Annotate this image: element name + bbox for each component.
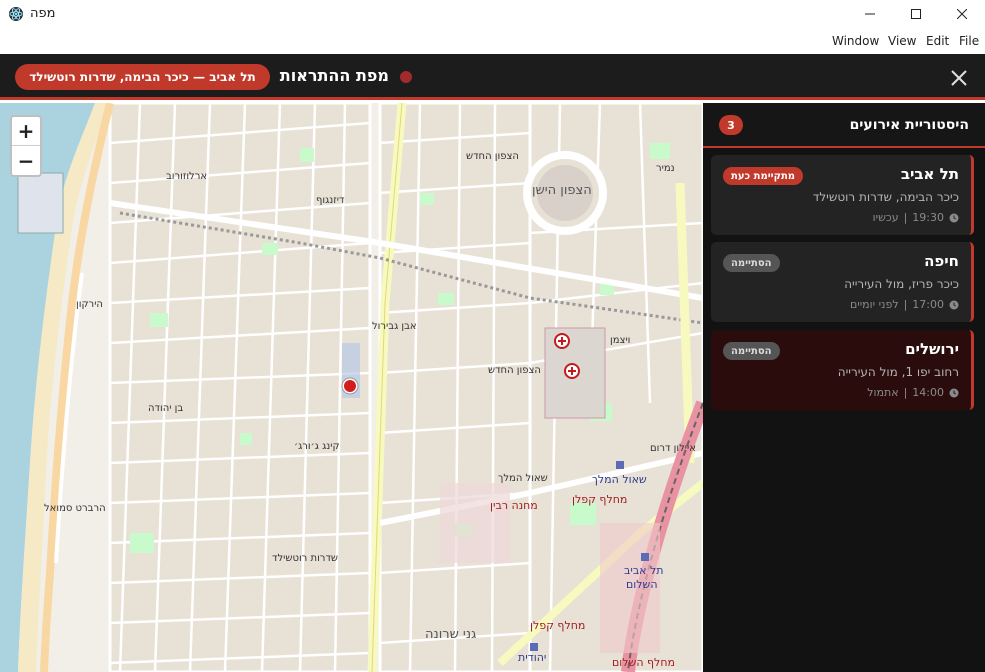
event-card[interactable]: ירושלים הסתיימה רחוב יפו 1, מול העירייה …: [711, 330, 974, 410]
event-meta: 14:00 | אתמול: [867, 386, 959, 399]
meta-separator: |: [903, 298, 908, 311]
map-label-kaplan-interchange-2: מחלף קפלן: [530, 619, 586, 632]
event-meta: 17:00 | לפני יומיים: [850, 298, 959, 311]
map-label-ayalon: איילון דרום: [650, 443, 696, 454]
map-view[interactable]: הצפון הישן הצפון החדש הצפון החדש שאול המ…: [0, 103, 703, 672]
map-label-kaplan-interchange: מחלף קפלן: [572, 493, 628, 506]
map-label-arlozorov: ארלוזורוב: [166, 171, 208, 182]
status-badge: הסתיימה: [723, 254, 780, 272]
map-label-herbert-samuel: הרברט סמואל: [44, 503, 106, 514]
title-bar: מפה: [0, 0, 985, 28]
map-label-station-hashalom: השלום: [626, 578, 658, 591]
event-time: 19:30: [912, 211, 944, 224]
map-label-dizengoff: דיזנגוף: [316, 195, 345, 206]
event-relative-time: אתמול: [867, 386, 899, 399]
zoom-out-button[interactable]: −: [12, 146, 40, 175]
event-count-badge: 3: [719, 115, 743, 135]
event-city: ירושלים: [905, 340, 959, 358]
event-history-sidebar: 3 היסטוריית אירועים תל אביב מתקיימת כעת …: [703, 103, 985, 672]
close-panel-icon[interactable]: [948, 67, 970, 89]
app-header: תל אביב — כיכר הבימה, שדרות רוטשילד מפת …: [0, 54, 985, 100]
map-label-north-new-2: הצפון החדש: [488, 365, 541, 376]
map-label-station-tlv: תל אביב: [624, 564, 664, 577]
event-relative-time: לפני יומיים: [849, 298, 899, 311]
event-city: תל אביב: [900, 165, 959, 183]
event-place: כיכר פריז, מול העירייה: [844, 277, 959, 291]
map-label-hayarkon: הירקון: [76, 299, 103, 310]
current-location-pill[interactable]: תל אביב — כיכר הבימה, שדרות רוטשילד: [15, 64, 270, 90]
menu-bar: Window View Edit File: [0, 28, 985, 54]
meta-separator: |: [903, 211, 908, 224]
map-label-weizmann: ויצמן: [610, 335, 631, 346]
clock-icon: [949, 300, 959, 309]
menu-file[interactable]: File: [959, 34, 979, 48]
meta-separator: |: [903, 386, 908, 399]
map-label-north-new: הצפון החדש: [466, 151, 519, 162]
event-meta: 19:30 | עכשיו: [873, 211, 959, 224]
map-label-sarona: גני שרונה: [425, 627, 477, 642]
clock-icon: [949, 388, 959, 397]
map-label-ibn-gvirol: אבן גבירול: [372, 321, 417, 332]
map-label-rabin-camp: מחנה רבין: [490, 499, 538, 512]
map-label-shaul-hamelech-road: שאול המלך: [498, 473, 548, 484]
event-card[interactable]: תל אביב מתקיימת כעת כיכר הבימה, שדרות רו…: [711, 155, 974, 235]
map-label-king-george: קינג ג׳ורג׳: [294, 441, 340, 452]
event-place: כיכר הבימה, שדרות רוטשילד: [812, 190, 959, 204]
window-title: מפה: [30, 6, 56, 21]
window-close-button[interactable]: [939, 0, 985, 28]
map-label-yehudit: יהודית: [518, 651, 547, 664]
menu-edit[interactable]: Edit: [926, 34, 949, 48]
event-card[interactable]: חיפה הסתיימה כיכר פריז, מול העירייה 17:0…: [711, 242, 974, 322]
map-label-ben-yehuda: בן יהודה: [148, 403, 184, 414]
maximize-icon: [911, 9, 921, 19]
event-time: 14:00: [912, 386, 944, 399]
maximize-button[interactable]: [893, 0, 939, 28]
sidebar-title: היסטוריית אירועים: [849, 117, 969, 133]
minimize-button[interactable]: [847, 0, 893, 28]
map-label-rothschild: שדרות רוטשילד: [272, 553, 338, 564]
event-marker-icon[interactable]: [339, 375, 361, 397]
event-time: 17:00: [912, 298, 944, 311]
zoom-control: + −: [10, 115, 42, 177]
map-label-old-north: הצפון הישן: [532, 183, 592, 198]
status-badge: הסתיימה: [723, 342, 780, 360]
menu-window[interactable]: Window: [832, 34, 879, 48]
map-label-namir: נמיר: [656, 163, 675, 174]
live-indicator-dot: [400, 71, 412, 83]
zoom-in-button[interactable]: +: [12, 117, 40, 146]
status-badge: מתקיימת כעת: [723, 167, 804, 185]
sidebar-header: 3 היסטוריית אירועים: [703, 103, 985, 148]
map-label-station-shaul: שאול המלך: [592, 473, 647, 486]
event-place: רחוב יפו 1, מול העירייה: [837, 365, 959, 379]
menu-view[interactable]: View: [888, 34, 916, 48]
close-icon: [957, 9, 967, 19]
clock-icon: [949, 213, 959, 222]
map-label-hashalom-interchange: מחלף השלום: [612, 656, 675, 669]
page-title: מפת ההתראות: [279, 66, 389, 85]
minimize-icon: [865, 13, 875, 15]
event-city: חיפה: [924, 252, 959, 270]
event-relative-time: עכשיו: [872, 211, 899, 224]
electron-icon: [9, 7, 23, 21]
